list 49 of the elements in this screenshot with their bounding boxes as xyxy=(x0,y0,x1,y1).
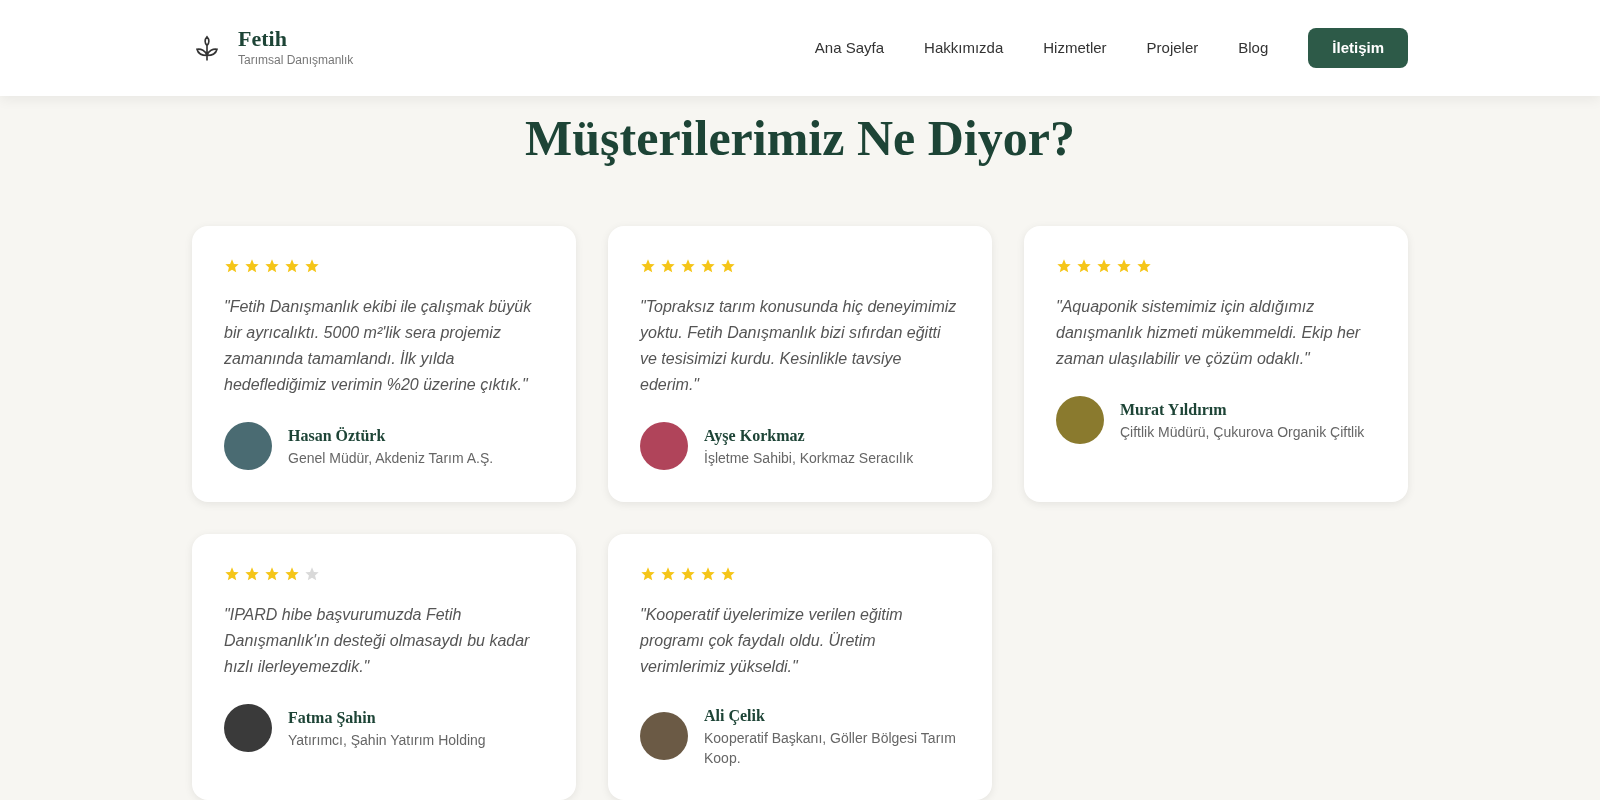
nav-link[interactable]: Projeler xyxy=(1146,36,1199,60)
nav-link[interactable]: Hizmetler xyxy=(1043,36,1107,60)
star-icon xyxy=(680,566,696,582)
star-icon xyxy=(224,258,240,274)
star-icon xyxy=(304,258,320,274)
star-icon xyxy=(700,258,716,274)
testimonial-quote: "IPARD hibe başvurumuzda Fetih Danışmanlık'ın desteği olmasaydı bu kadar hızlı ilerleyemezdik." xyxy=(224,605,531,677)
nav-link[interactable]: Ana Sayfa xyxy=(814,36,885,60)
customer-role: Yatırımcı, Şahin Yatırım Holding xyxy=(288,731,486,750)
star-icon xyxy=(1116,258,1132,274)
star-icon xyxy=(1076,258,1092,274)
section-title: Müşterilerimiz Ne Diyor? xyxy=(524,109,1076,168)
contact-button[interactable]: İletişim xyxy=(1308,28,1408,68)
star-icon xyxy=(244,566,260,582)
testimonial-quote: "Topraksız tarım konusunda hiç deneyimimiz yoktu. Fetih Danışmanlık bizi sıfırdan eğitti ve tesisimizi kurdu. Kesinlikle tavsiye ederim." xyxy=(640,297,958,395)
star-icon xyxy=(304,566,320,582)
star-icon xyxy=(680,258,696,274)
nav-link[interactable]: Blog xyxy=(1238,36,1269,60)
star-icon xyxy=(700,566,716,582)
star-icon xyxy=(1136,258,1152,274)
star-icon xyxy=(660,258,676,274)
customer-role: Çiftlik Müdürü, Çukurova Organik Çiftlik xyxy=(1120,423,1365,442)
customer-role: İşletme Sahibi, Korkmaz Seracılık xyxy=(704,449,914,468)
star-icon xyxy=(1096,258,1112,274)
customer-role: Genel Müdür, Akdeniz Tarım A.Ş. xyxy=(288,449,494,468)
star-icon xyxy=(224,566,240,582)
testimonial-quote: "Fetih Danışmanlık ekibi ile çalışmak büyük bir ayrıcalıktı. 5000 m²'lik sera projemiz zamanında tamamlandı. İlk yılda hedeflediğimiz verimin %20 üzerine çıktık." xyxy=(224,297,533,395)
customer-name: Ayşe Korkmaz xyxy=(704,426,806,447)
star-icon xyxy=(284,566,300,582)
customer-name: Murat Yıldırım xyxy=(1120,400,1228,420)
star-icon xyxy=(640,258,656,274)
testimonial-quote: "Aquaponik sistemimiz için aldığımız danışmanlık hizmeti mükemmeldi. Ekip her zaman ulaşılabilir ve çözüm odaklı." xyxy=(1056,297,1362,369)
star-icon xyxy=(244,258,260,274)
brand-name: Fetih xyxy=(238,27,288,51)
star-icon xyxy=(264,258,280,274)
star-icon xyxy=(640,566,656,582)
star-icon xyxy=(720,258,736,274)
star-icon xyxy=(720,566,736,582)
customer-name: Ali Çelik xyxy=(704,706,766,727)
customer-name: Hasan Öztürk xyxy=(288,426,387,446)
testimonial-quote: "Kooperatif üyelerimize verilen eğitim programı çok faydalı oldu. Üretim verimlerimiz yükseldi." xyxy=(640,605,904,677)
star-icon xyxy=(660,566,676,582)
star-icon xyxy=(284,258,300,274)
customer-role: Kooperatif Başkanı, Göller Bölgesi Tarım Koop. xyxy=(704,729,957,768)
customer-name: Fatma Şahin xyxy=(288,708,377,729)
nav-link[interactable]: Hakkımızda xyxy=(924,36,1004,60)
star-icon xyxy=(264,566,280,582)
star-icon xyxy=(1056,258,1072,274)
brand-tagline: Tarımsal Danışmanlık xyxy=(238,52,354,69)
